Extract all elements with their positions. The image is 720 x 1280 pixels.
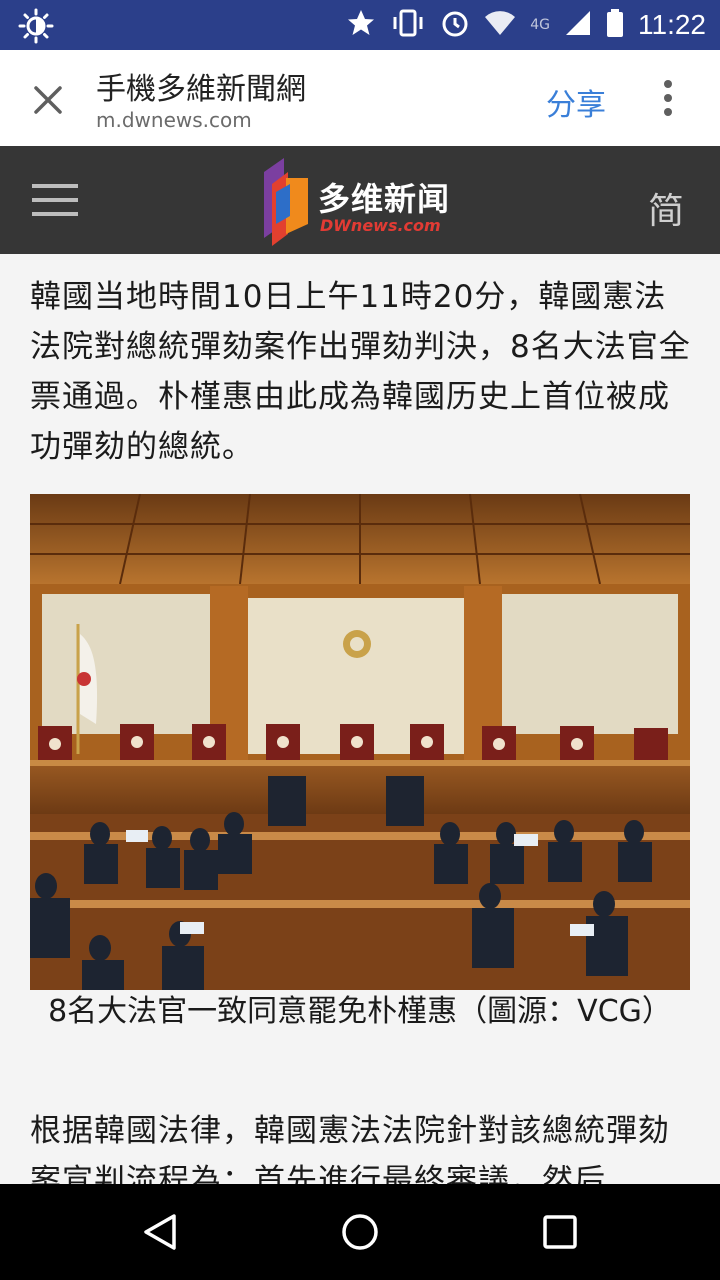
article-paragraph: 韓國当地時間10日上午11時20分，韓國憲法法院對總統彈劾案作出彈劾判決，8名大… xyxy=(30,279,691,465)
brightness-icon xyxy=(18,8,54,48)
logo-text-chinese: 多维新闻 xyxy=(318,180,451,218)
custom-tab-toolbar: 手機多維新聞網 m.dwnews.com 分享 xyxy=(0,50,720,146)
article-photo[interactable] xyxy=(30,494,690,990)
page-title: 手機多維新聞網 xyxy=(96,72,306,107)
wifi-icon xyxy=(484,9,516,41)
share-button[interactable]: 分享 xyxy=(546,80,606,124)
close-icon[interactable] xyxy=(26,78,70,122)
vibrate-icon xyxy=(390,8,426,42)
battery-icon xyxy=(606,8,624,42)
more-options-icon[interactable] xyxy=(660,78,676,118)
article-paragraph: 根据韓國法律，韓國憲法法院針對該總統彈劾案宣判流程為：首先進行最終審議，然后 xyxy=(30,1113,670,1184)
alarm-icon xyxy=(440,8,470,42)
logo-mark-icon xyxy=(264,158,308,246)
article-body: 韓國当地時間10日上午11時20分，韓國憲法法院對總統彈劾案作出彈劾判決，8名大… xyxy=(0,254,720,1184)
site-header: 多维新闻 DWnews.com 简 xyxy=(0,146,720,254)
home-icon[interactable] xyxy=(340,1212,380,1252)
clock: 11:22 xyxy=(638,9,706,40)
hamburger-menu-icon[interactable] xyxy=(32,182,78,218)
navigation-bar xyxy=(0,1184,720,1280)
logo-text-english: DWnews.com xyxy=(320,216,441,235)
site-logo[interactable]: 多维新闻 DWnews.com xyxy=(258,154,478,246)
back-icon[interactable] xyxy=(140,1212,180,1252)
simplified-chinese-toggle[interactable]: 简 xyxy=(648,182,684,234)
signal-icon xyxy=(564,9,592,41)
page-url: m.dwnews.com xyxy=(96,108,252,132)
status-bar: 4G 11:22 xyxy=(0,0,720,50)
photo-caption: 8名大法官一致同意罷免朴槿惠（圖源：VCG） xyxy=(48,994,672,1029)
recents-icon[interactable] xyxy=(540,1212,580,1252)
star-icon xyxy=(346,8,376,42)
network-type: 4G xyxy=(530,17,550,33)
